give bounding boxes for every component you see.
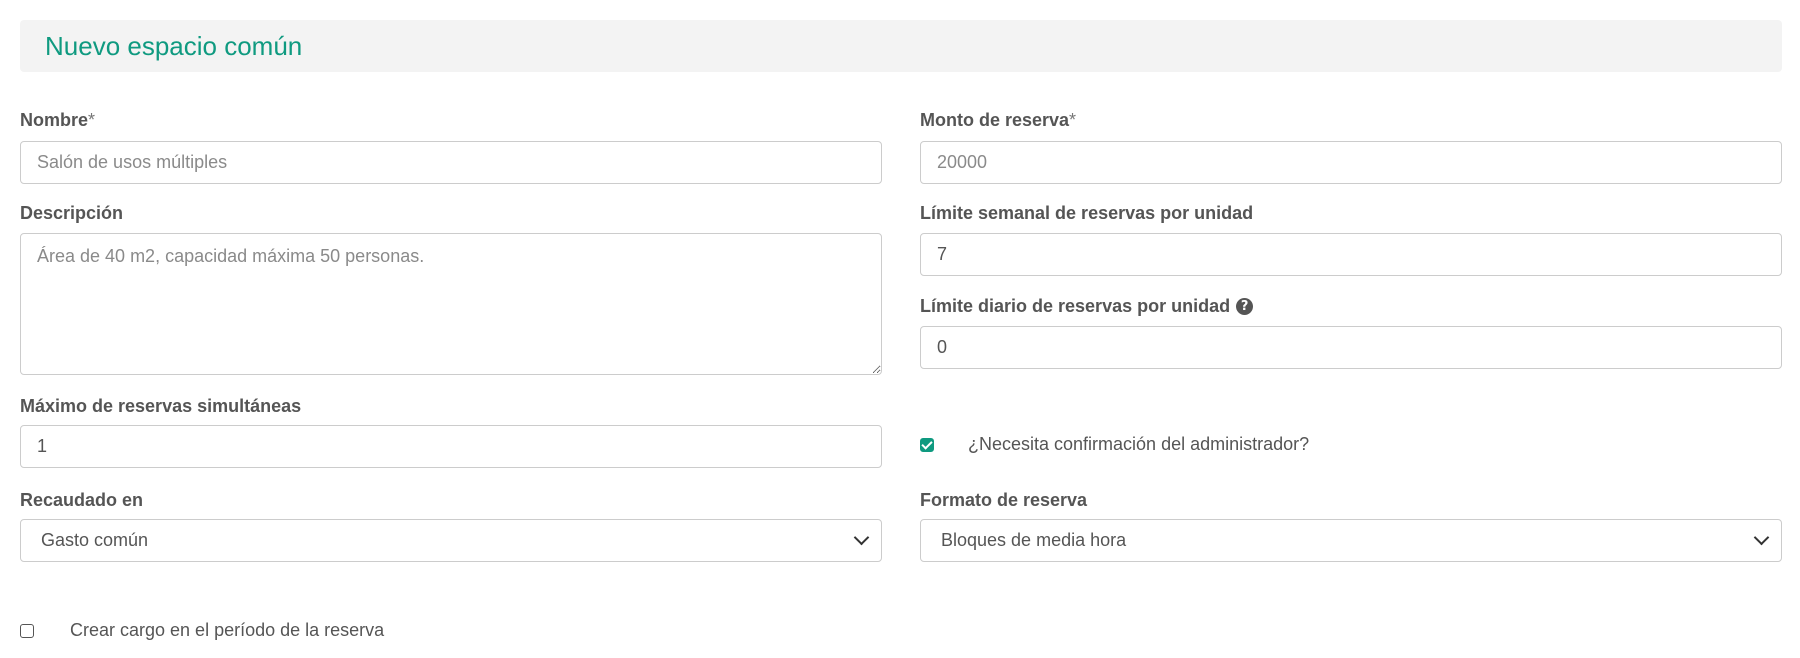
nombre-input[interactable] — [20, 141, 882, 184]
limite-diario-label-text: Límite diario de reservas por unidad — [920, 296, 1231, 316]
help-icon[interactable]: ? — [1236, 298, 1254, 315]
monto-label: Monto de reserva * — [920, 110, 1076, 131]
limite-semanal-input[interactable] — [920, 233, 1782, 276]
formato-label: Formato de reserva — [920, 490, 1087, 511]
limite-diario-label: Límite diario de reservas por unidad ? — [920, 296, 1254, 317]
descripcion-label-text: Descripción — [20, 203, 124, 223]
monto-input[interactable] — [920, 141, 1782, 184]
descripcion-textarea[interactable] — [20, 233, 882, 375]
formato-selected-value: Bloques de media hora — [941, 530, 1127, 550]
recaudado-label: Recaudado en — [20, 490, 143, 511]
limite-semanal-label: Límite semanal de reservas por unidad — [920, 203, 1253, 224]
chevron-down-icon — [1753, 529, 1770, 546]
recaudado-select[interactable]: Gasto común — [20, 519, 882, 562]
confirmacion-checkbox[interactable] — [920, 437, 934, 452]
nombre-label-text: Nombre — [20, 110, 89, 130]
maximo-simultaneas-label: Máximo de reservas simultáneas — [20, 396, 301, 417]
page-title: Nuevo espacio común — [45, 31, 303, 61]
crear-cargo-checkbox[interactable] — [20, 623, 34, 638]
descripcion-label: Descripción — [20, 203, 123, 224]
required-mark: * — [88, 110, 96, 130]
limite-semanal-label-text: Límite semanal de reservas por unidad — [920, 203, 1254, 223]
confirmacion-label: ¿Necesita confirmación del administrador… — [968, 434, 1310, 454]
recaudado-label-text: Recaudado en — [20, 490, 144, 510]
formato-label-text: Formato de reserva — [920, 490, 1088, 510]
nombre-label: Nombre * — [20, 110, 95, 131]
form-header: Nuevo espacio común — [20, 20, 1782, 72]
formato-select[interactable]: Bloques de media hora — [920, 519, 1782, 562]
crear-cargo-label: Crear cargo en el período de la reserva — [70, 620, 385, 640]
maximo-simultaneas-input[interactable] — [20, 425, 882, 468]
required-mark: * — [1069, 110, 1077, 130]
chevron-down-icon — [853, 529, 870, 546]
recaudado-selected-value: Gasto común — [41, 530, 149, 550]
maximo-simultaneas-label-text: Máximo de reservas simultáneas — [20, 396, 302, 416]
monto-label-text: Monto de reserva — [920, 110, 1070, 130]
limite-diario-input[interactable] — [920, 326, 1782, 369]
crear-cargo-row[interactable]: Crear cargo en el período de la reserva — [20, 620, 384, 641]
checkmark-icon — [921, 437, 933, 450]
confirmacion-row[interactable]: ¿Necesita confirmación del administrador… — [920, 434, 1309, 455]
